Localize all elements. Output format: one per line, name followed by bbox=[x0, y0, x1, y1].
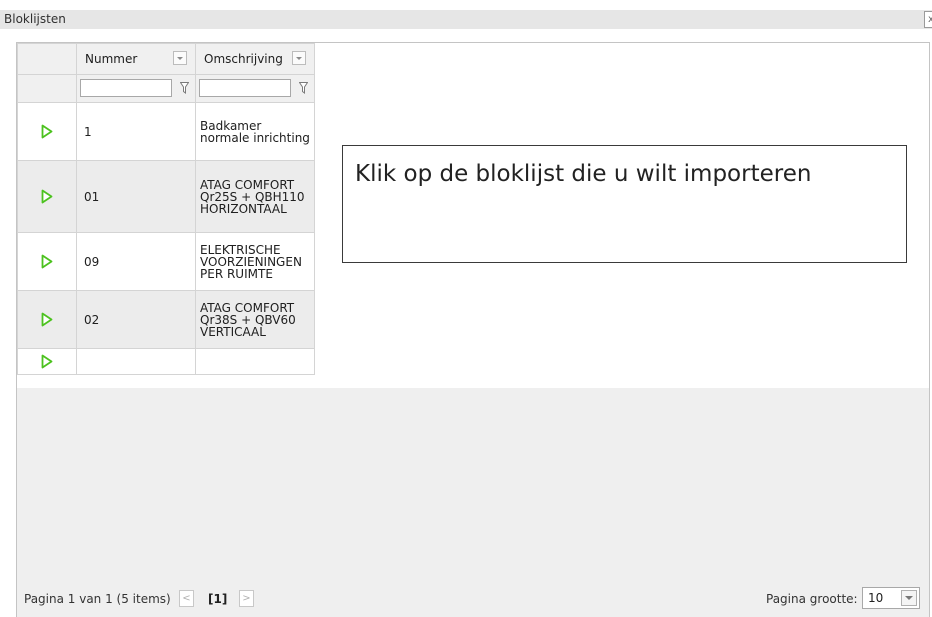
page-size-label: Pagina grootte: bbox=[766, 592, 858, 606]
grid-empty-area bbox=[17, 388, 929, 617]
play-icon[interactable] bbox=[41, 354, 53, 369]
table-row[interactable]: 09 ELEKTRISCHE VOORZIENINGEN PER RUIMTE bbox=[17, 232, 315, 291]
cell-nummer: 01 bbox=[84, 189, 100, 204]
pager-info: Pagina 1 van 1 (5 items) bbox=[24, 592, 171, 606]
pager-next-button[interactable]: > bbox=[239, 590, 254, 607]
header-omschrijving-label: Omschrijving bbox=[204, 52, 283, 66]
table-row[interactable]: 1 Badkamer normale inrichting bbox=[17, 102, 315, 161]
window-titlebar: Bloklijsten x bbox=[0, 0, 932, 33]
close-button[interactable]: x bbox=[924, 11, 932, 28]
filter-nummer-input[interactable] bbox=[80, 79, 172, 97]
header-action bbox=[17, 43, 77, 75]
cell-nummer: 1 bbox=[84, 124, 92, 139]
play-icon[interactable] bbox=[41, 312, 53, 327]
cell-omschrijving: ATAG COMFORT Qr38S + QBV60 VERTICAAL bbox=[200, 300, 296, 339]
play-icon[interactable] bbox=[41, 254, 53, 269]
cell-nummer: 09 bbox=[84, 254, 100, 269]
cell-omschrijving: Badkamer normale inrichting bbox=[200, 118, 310, 145]
header-nummer-label: Nummer bbox=[85, 52, 138, 66]
instruction-callout: Klik op de bloklijst die u wilt importer… bbox=[342, 145, 907, 263]
cell-omschrijving: ATAG COMFORT Qr25S + QBH110 HORIZONTAAL bbox=[200, 177, 305, 216]
cell-nummer: 02 bbox=[84, 312, 100, 327]
pager-prev-button[interactable]: < bbox=[179, 590, 194, 607]
pager-current-page[interactable]: [1] bbox=[208, 592, 227, 606]
grid-header-row: Nummer Omschrijving bbox=[17, 43, 315, 75]
table-row[interactable]: 02 ATAG COMFORT Qr38S + QBV60 VERTICAAL bbox=[17, 290, 315, 349]
play-icon[interactable] bbox=[41, 189, 53, 204]
header-omschrijving[interactable]: Omschrijving bbox=[195, 43, 315, 75]
filter-action-cell bbox=[17, 74, 77, 103]
play-icon[interactable] bbox=[41, 124, 53, 139]
table-row[interactable]: 01 ATAG COMFORT Qr25S + QBH110 HORIZONTA… bbox=[17, 160, 315, 233]
page-size-value: 10 bbox=[868, 591, 884, 605]
sort-dropdown-icon[interactable] bbox=[292, 51, 306, 65]
filter-icon[interactable] bbox=[299, 82, 308, 94]
filter-icon[interactable] bbox=[180, 82, 189, 94]
filter-row bbox=[17, 74, 315, 103]
sort-dropdown-icon[interactable] bbox=[173, 51, 187, 65]
instruction-text: Klik op de bloklijst die u wilt importer… bbox=[355, 161, 812, 187]
window-title: Bloklijsten bbox=[4, 12, 66, 26]
page-size-select[interactable]: 10 bbox=[862, 587, 920, 609]
titlebar-strip bbox=[0, 10, 932, 29]
table-row[interactable] bbox=[17, 348, 315, 375]
cell-omschrijving: ELEKTRISCHE VOORZIENINGEN PER RUIMTE bbox=[200, 242, 302, 281]
filter-omschrijving-input[interactable] bbox=[199, 79, 291, 97]
bloklijst-grid: Nummer Omschrijving 1 Badkamer normale i… bbox=[17, 43, 315, 375]
header-nummer[interactable]: Nummer bbox=[76, 43, 196, 75]
chevron-down-icon[interactable] bbox=[901, 590, 917, 606]
